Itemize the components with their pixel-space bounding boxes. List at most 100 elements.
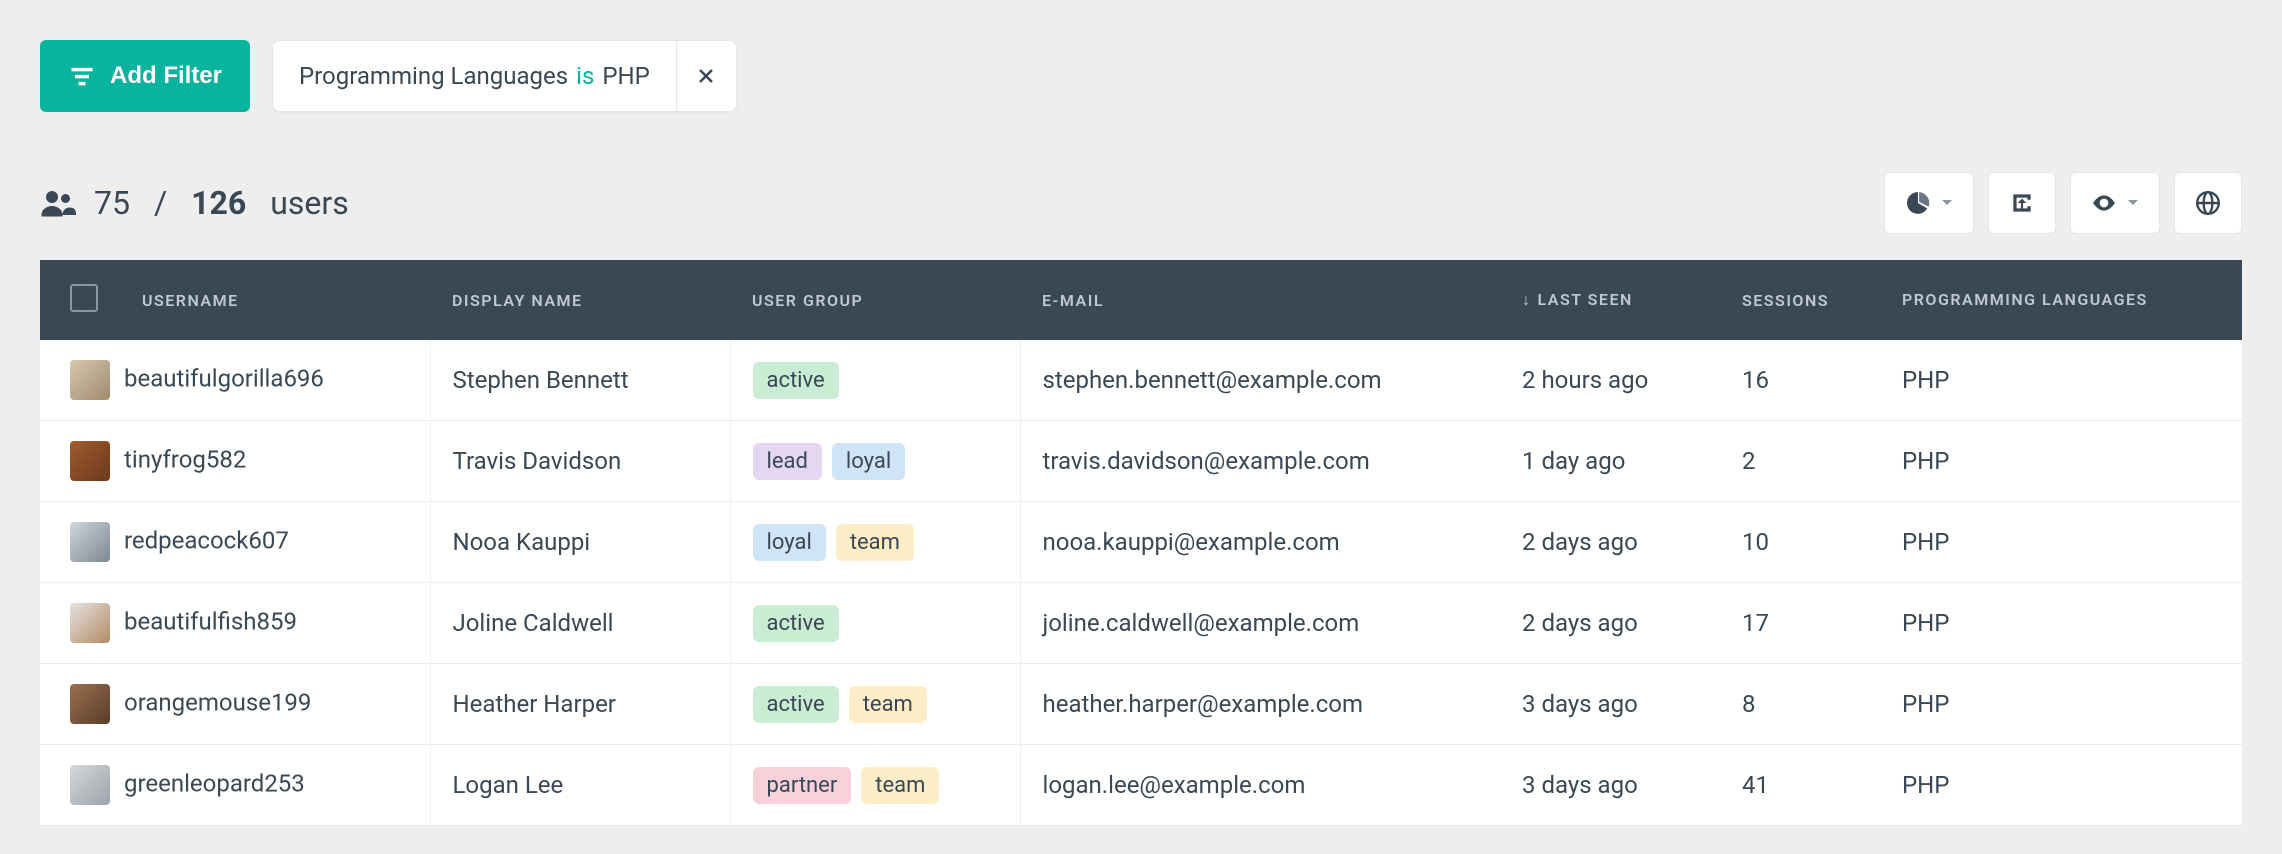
username: orangemouse199 [124,688,311,716]
last-seen: 2 days ago [1500,583,1720,664]
group-tag-team: team [861,767,939,804]
users-icon [40,185,76,221]
email: logan.lee@example.com [1020,745,1500,826]
languages: PHP [1880,664,2242,745]
group-tag-team: team [836,524,914,561]
table-row[interactable]: redpeacock607 Nooa Kauppi loyal team nooa.ka… [40,502,2242,583]
table-row[interactable]: orangemouse199 Heather Harperactiveteamhe… [40,664,2242,745]
th-email[interactable]: E-MAIL [1020,260,1500,340]
display-name: Travis Davidson [430,421,730,502]
avatar [70,765,110,805]
username: tinyfrog582 [124,445,246,473]
last-seen: 2 hours ago [1500,340,1720,421]
sessions: 2 [1720,421,1880,502]
filter-bar: Add Filter Programming Languages is PHP [40,40,2242,112]
export-button[interactable] [1988,172,2056,234]
group-tag-active: active [753,605,839,642]
user-count: 75 / 126 users [40,184,349,222]
sessions: 41 [1720,745,1880,826]
sessions: 10 [1720,502,1880,583]
email: heather.harper@example.com [1020,664,1500,745]
languages: PHP [1880,583,2242,664]
user-group-cell: activeteam [730,664,1020,745]
th-languages[interactable]: PROGRAMMING LANGUAGES [1880,260,2242,340]
users-table-wrap: USERNAME DISPLAY NAME USER GROUP E-MAIL … [40,260,2242,826]
th-last-seen[interactable]: ↓LAST SEEN [1500,260,1720,340]
chevron-down-icon [2127,197,2139,209]
user-group-cell: lead loyal [730,421,1020,502]
avatar [70,441,110,481]
users-table: USERNAME DISPLAY NAME USER GROUP E-MAIL … [40,260,2242,826]
last-seen: 3 days ago [1500,664,1720,745]
sessions: 16 [1720,340,1880,421]
table-row[interactable]: beautifulfish859 Joline Caldwell active jol… [40,583,2242,664]
email: joline.caldwell@example.com [1020,583,1500,664]
display-name: Nooa Kauppi [430,502,730,583]
eye-icon [2091,190,2117,216]
group-tag-loyal: loyal [753,524,826,561]
th-display-name[interactable]: DISPLAY NAME [430,260,730,340]
filter-chip: Programming Languages is PHP [272,40,737,112]
table-body: beautifulgorilla696Stephen Bennettactive… [40,340,2242,826]
table-header: USERNAME DISPLAY NAME USER GROUP E-MAIL … [40,260,2242,340]
group-tag-active: active [753,686,839,723]
table-row[interactable]: greenleopard253Logan Leepartnerteamlogan… [40,745,2242,826]
display-name: Stephen Bennett [430,340,730,421]
email: stephen.bennett@example.com [1020,340,1500,421]
table-row[interactable]: beautifulgorilla696Stephen Bennettactive… [40,340,2242,421]
languages: PHP [1880,421,2242,502]
select-all-checkbox[interactable] [70,284,98,312]
export-icon [2009,190,2035,216]
user-group-cell: loyal team [730,502,1020,583]
group-tag-partner: partner [753,767,852,804]
email: nooa.kauppi@example.com [1020,502,1500,583]
avatar [70,603,110,643]
user-group-cell: active [730,340,1020,421]
count-shown: 75 [94,184,130,222]
username: greenleopard253 [124,769,305,797]
summary-row: 75 / 126 users [40,172,2242,234]
count-total: 126 [191,184,246,222]
avatar [70,684,110,724]
filter-value: PHP [602,62,649,90]
username: redpeacock607 [124,526,289,554]
view-toggles [1884,172,2242,234]
group-tag-active: active [753,362,839,399]
pie-chart-icon [1905,190,1931,216]
group-tag-lead: lead [753,443,822,480]
languages: PHP [1880,502,2242,583]
chart-view-button[interactable] [1884,172,1974,234]
close-icon [696,66,716,86]
last-seen: 1 day ago [1500,421,1720,502]
add-filter-button[interactable]: Add Filter [40,40,250,112]
globe-icon [2195,190,2221,216]
filter-chip-text[interactable]: Programming Languages is PHP [273,41,676,111]
sessions: 8 [1720,664,1880,745]
sessions: 17 [1720,583,1880,664]
visibility-button[interactable] [2070,172,2160,234]
last-seen: 3 days ago [1500,745,1720,826]
user-group-cell: active [730,583,1020,664]
group-tag-loyal: loyal [832,443,905,480]
display-name: Joline Caldwell [430,583,730,664]
add-filter-label: Add Filter [110,62,222,90]
last-seen: 2 days ago [1500,502,1720,583]
filter-operator: is [576,62,594,90]
chevron-down-icon [1941,197,1953,209]
table-row[interactable]: tinyfrog582Travis Davidsonleadloyaltravi… [40,421,2242,502]
languages: PHP [1880,745,2242,826]
display-name: Heather Harper [430,664,730,745]
globe-button[interactable] [2174,172,2242,234]
filter-chip-remove[interactable] [676,41,736,111]
user-group-cell: partnerteam [730,745,1020,826]
th-username[interactable]: USERNAME [120,260,430,340]
username: beautifulfish859 [124,607,297,635]
th-last-seen-label: LAST SEEN [1538,290,1633,309]
th-sessions[interactable]: SESSIONS [1720,260,1880,340]
filter-field: Programming Languages [299,62,568,90]
count-noun: users [270,184,348,222]
filter-icon [68,62,96,90]
avatar [70,522,110,562]
languages: PHP [1880,340,2242,421]
th-user-group[interactable]: USER GROUP [730,260,1020,340]
